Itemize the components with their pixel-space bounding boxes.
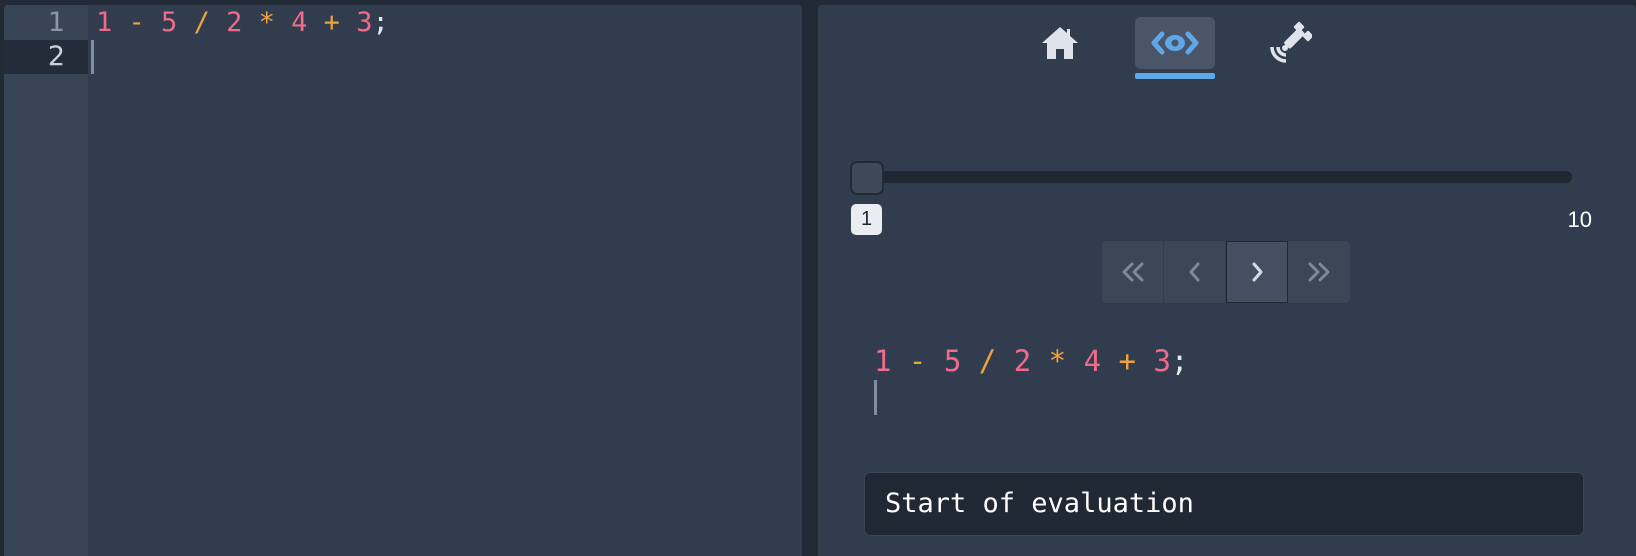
code-token-number: 5: [943, 344, 962, 378]
code-token-punctuation: ;: [1170, 344, 1189, 378]
tab-evaluation[interactable]: [1135, 17, 1215, 79]
step-slider-thumb[interactable]: [850, 161, 884, 195]
chevron-left-icon: [1189, 262, 1199, 282]
text-cursor: [91, 40, 94, 74]
home-icon: [1042, 27, 1078, 59]
code-eye-icon: [1151, 31, 1199, 55]
code-token-operator: *: [1031, 344, 1084, 378]
code-token-operator: /: [961, 344, 1014, 378]
satellite-dish-icon: [1270, 21, 1312, 63]
code-token-operator: -: [112, 7, 162, 38]
chevron-right-icon: [1252, 262, 1263, 282]
code-token-number: 1: [96, 7, 113, 38]
code-token-punctuation: ;: [372, 7, 389, 38]
trace-cursor: [874, 380, 877, 415]
tab-bar: [818, 17, 1636, 89]
code-token-operator: /: [177, 7, 227, 38]
code-line-1[interactable]: 1 - 5 / 2 * 4 + 3;: [96, 6, 389, 40]
line-number-1: 1: [47, 7, 65, 38]
code-token-operator: +: [1101, 344, 1154, 378]
code-token-operator: -: [891, 344, 944, 378]
evaluation-panel: 1 10 1 - 5 / 2 * 4 + 3; Start of evaluat…: [818, 5, 1636, 556]
tab-remote[interactable]: [1250, 17, 1330, 69]
code-token-number: 3: [356, 7, 373, 38]
step-slider-track[interactable]: [854, 171, 1572, 183]
double-chevron-right-icon: [1308, 262, 1330, 282]
code-token-operator: *: [242, 7, 292, 38]
last-step-button[interactable]: [1288, 241, 1350, 303]
first-step-button[interactable]: [1102, 241, 1164, 303]
slider-min-label: 1: [851, 204, 882, 235]
code-token-number: 4: [291, 7, 308, 38]
previous-step-button[interactable]: [1164, 241, 1226, 303]
line-number-gutter: 1 2: [4, 5, 88, 556]
slider-max-label: 10: [1567, 207, 1592, 232]
code-token-operator: +: [307, 7, 357, 38]
code-token-number: 4: [1083, 344, 1102, 378]
step-navigation: [1102, 241, 1350, 303]
double-chevron-left-icon: [1122, 262, 1143, 282]
app-root: 1 2 1 - 5 / 2 * 4 + 3; 1 10 1 - 5 / 2 * …: [0, 0, 1636, 556]
evaluated-expression: 1 - 5 / 2 * 4 + 3;: [874, 343, 1188, 379]
code-token-number: 5: [161, 7, 178, 38]
code-token-number: 3: [1153, 344, 1171, 378]
next-step-button[interactable]: [1226, 241, 1288, 303]
evaluation-status-message: Start of evaluation: [864, 472, 1584, 536]
line-number-2: 2: [4, 40, 88, 74]
code-token-number: 1: [874, 344, 892, 378]
code-editor[interactable]: 1 2 1 - 5 / 2 * 4 + 3;: [4, 5, 802, 556]
code-token-number: 2: [1013, 344, 1032, 378]
code-token-number: 2: [226, 7, 243, 38]
tab-home[interactable]: [1020, 17, 1100, 69]
